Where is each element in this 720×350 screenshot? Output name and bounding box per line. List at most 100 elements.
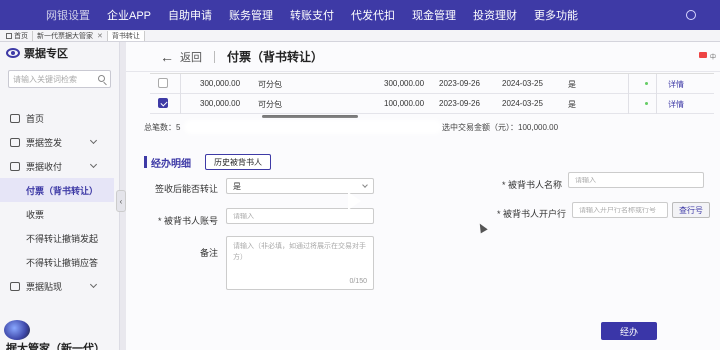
payee-bank-input[interactable] [579,206,667,214]
chevron-down-icon [89,160,98,169]
mouse-cursor-icon [476,221,488,234]
nav-netbank-settings[interactable]: 网银设置 [46,7,90,23]
sidebar-menu: 首页 票据签发 票据收付 付票（背书转让） 收票 不得转让撤销发起 不得转让撤销… [0,106,114,298]
chevron-right-icon [89,136,98,145]
history-endorsee-button[interactable]: 历史被背书人 [205,154,271,170]
page-title: 付票（背书转让） [227,50,324,64]
cell-end-date: 2024-03-25 [502,99,543,108]
cell-split: 可分包 [258,80,282,89]
payee-account-label: * 被背书人账号 [157,216,218,226]
bill-table: 300,000.00 可分包 300,000.00 2023-09-26 202… [150,73,714,114]
sidebar-collapse-button[interactable]: ‹ [116,190,126,212]
tab-endorse-transfer[interactable]: 背书转让 [107,30,145,41]
tab-strip: 首页 新一代票据大管家 ✕ 背书转让 [0,30,720,42]
nav-enterprise-app[interactable]: 企业APP [107,7,151,23]
status-dot-icon [645,82,648,85]
sidebar-item-label: 首页 [26,113,45,124]
divider [628,94,629,114]
nav-payroll[interactable]: 代发代扣 [351,7,395,23]
nav-more[interactable]: 更多功能 [534,7,578,23]
sidebar-item-discount[interactable]: 票据贴现 [0,274,114,298]
row-checkbox[interactable] [158,98,168,108]
row-checkbox[interactable] [158,78,168,88]
home-icon [10,113,20,123]
top-nav: 网银设置 企业APP 自助申请 账务管理 转账支付 代发代扣 现金管理 投资理财… [0,0,720,30]
table-row: 300,000.00 可分包 300,000.00 2023-09-26 202… [150,74,714,94]
nav-investment[interactable]: 投资理财 [473,7,517,23]
nav-cash-management[interactable]: 现金管理 [412,7,456,23]
remark-counter: 0/150 [349,278,367,285]
payee-bank-label: * 被背书人开户行 [496,209,566,219]
selected-label: 选中交易金额（元）： [442,123,518,132]
selected-amount: 选中交易金额（元）：100,000.00 [442,122,558,133]
cell-flag: 是 [568,100,576,109]
sidebar-item-bill-issue[interactable]: 票据签发 [0,130,114,154]
table-scrollbar[interactable] [262,115,358,118]
toolbar-text: 中 [709,55,716,61]
sidebar-item-label: 收票 [26,209,45,220]
section-title: 经办明细 [151,158,191,170]
sidebar-brand: 票据专区 [0,42,119,64]
detail-link[interactable]: 详情 [668,79,684,90]
summary-bar: 总笔数：5 选中交易金额（元）：100,000.00 [144,120,704,134]
back-arrow-icon[interactable]: ← [160,49,174,65]
search-icon[interactable] [98,75,105,82]
remark-input[interactable] [233,241,367,275]
submit-button[interactable]: 经办 [601,322,657,340]
sidebar-item-bill-receive-pay[interactable]: 票据收付 [0,154,114,178]
bill-icon [10,137,20,147]
nav-transfer-payment[interactable]: 转账支付 [290,7,334,23]
header-divider [214,50,215,63]
nav-account-management[interactable]: 账务管理 [229,7,273,23]
tab-bill-manager[interactable]: 新一代票据大管家 ✕ [33,30,108,41]
sidebar-item-label: 票据收付 [26,161,63,172]
chevron-right-icon [89,280,98,289]
payee-bank-field[interactable] [572,202,668,218]
redacted-region [184,120,442,134]
remark-label: 备注 [199,248,218,258]
total-value: 5 [176,123,181,132]
sidebar-item-revoke-respond[interactable]: 不得转让撤销应答 [0,250,114,274]
sidebar-item-label: 票据签发 [26,137,63,148]
status-dot-icon [645,102,648,105]
sidebar-item-home[interactable]: 首页 [0,106,114,130]
play-icon [348,192,361,210]
back-link[interactable]: 返回 [180,49,202,65]
user-icon[interactable] [686,10,696,20]
discount-icon [10,281,20,291]
payee-name-field[interactable] [568,172,704,188]
main-content: ← 返回 付票（背书转让） 中 300,000.00 可分包 300,000.0… [126,42,720,350]
sidebar-item-label: 票据贴现 [26,281,63,292]
payee-name-input[interactable] [575,176,703,184]
close-icon[interactable]: ✕ [97,32,103,40]
tab-label: 背书转让 [111,32,140,40]
table-row: 300,000.00 可分包 100,000.00 2023-09-26 202… [150,94,714,114]
sidebar-item-revoke-initiate[interactable]: 不得转让撤销发起 [0,226,114,250]
toolbar-icons: 中 [698,52,716,61]
home-icon [6,32,12,39]
detail-link[interactable]: 详情 [668,99,684,110]
product-logo: 据大管家（新一代） [0,314,118,350]
sidebar-item-endorse-transfer[interactable]: 付票（背书转让） [0,178,114,202]
page-header: ← 返回 付票（背书转让） 中 [126,42,720,72]
sidebar-item-receive[interactable]: 收票 [0,202,114,226]
cell-amount: 300,000.00 [200,79,241,88]
remark-field[interactable]: 0/150 [226,236,374,290]
cell-end-date: 2024-03-25 [502,79,543,88]
nav-self-service[interactable]: 自助申请 [168,7,212,23]
section-header: 经办明细 历史被背书人 [144,154,271,170]
cell-flag: 是 [568,80,576,89]
sidebar: 票据专区 首页 票据签发 票据收付 付票（背书转让） 收票 不得转让撤销发起 [0,42,120,350]
transfer-label: 签收后能否转让 [154,184,218,194]
payee-account-field[interactable] [226,208,374,224]
cell-start-date: 2023-09-26 [439,99,480,108]
lookup-bank-code-button[interactable]: 查行号 [672,202,710,218]
wallet-icon [10,161,20,171]
cell-split: 可分包 [258,100,282,109]
payee-account-input[interactable] [233,212,373,220]
divider [656,94,657,114]
selected-value: 100,000.00 [518,123,559,132]
cell-sub-amount: 100,000.00 [384,99,425,108]
search-input[interactable] [13,74,91,84]
tab-home[interactable]: 首页 [2,30,33,41]
